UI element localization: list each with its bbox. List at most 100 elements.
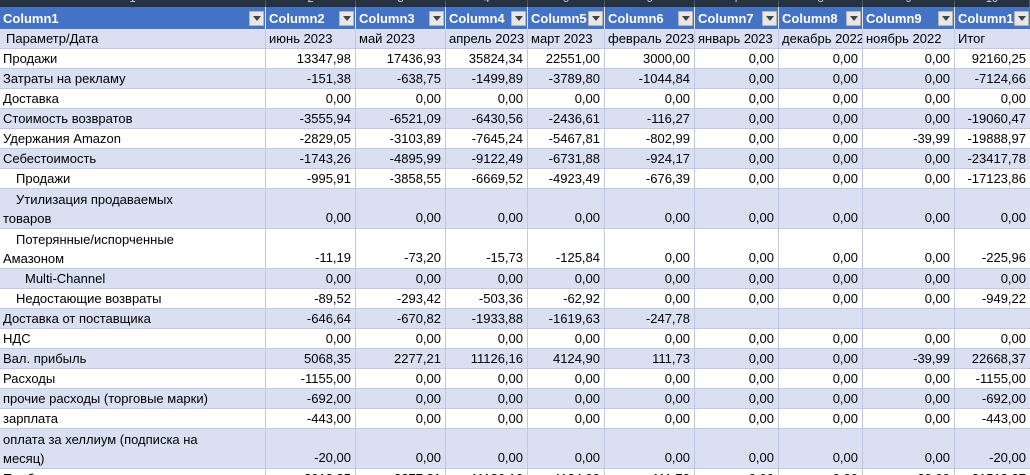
data-cell[interactable]: 0,00 xyxy=(779,89,863,109)
data-cell[interactable]: 0,00 xyxy=(955,189,1030,229)
data-cell[interactable]: 0,00 xyxy=(863,429,955,469)
data-cell[interactable]: -1044,84 xyxy=(605,69,695,89)
data-cell[interactable]: -20,00 xyxy=(955,429,1030,469)
data-cell[interactable]: 0,00 xyxy=(863,369,955,389)
row-label-cell[interactable]: Себестоимость xyxy=(0,149,266,169)
data-cell[interactable]: -11,19 xyxy=(266,229,356,269)
data-cell[interactable]: 0,00 xyxy=(356,369,446,389)
data-cell[interactable]: -20,00 xyxy=(266,429,356,469)
data-cell[interactable]: 0,00 xyxy=(528,369,605,389)
data-cell[interactable]: -924,17 xyxy=(605,149,695,169)
data-cell[interactable] xyxy=(695,309,779,329)
data-cell[interactable]: апрель 2023 xyxy=(446,29,528,49)
column-number-6[interactable]: 6 xyxy=(605,0,695,7)
data-cell[interactable]: 0,00 xyxy=(528,329,605,349)
filter-dropdown-button[interactable] xyxy=(678,10,693,26)
data-cell[interactable]: -670,82 xyxy=(356,309,446,329)
data-cell[interactable]: 0,00 xyxy=(779,189,863,229)
data-cell[interactable]: -2436,61 xyxy=(528,109,605,129)
data-cell[interactable]: май 2023 xyxy=(356,29,446,49)
column-number-8[interactable]: 8 xyxy=(779,0,863,7)
filter-dropdown-button[interactable] xyxy=(938,10,953,26)
data-cell[interactable]: 0,00 xyxy=(356,189,446,229)
data-cell[interactable]: -293,42 xyxy=(356,289,446,309)
data-cell[interactable]: 0,00 xyxy=(779,49,863,69)
data-cell[interactable]: 0,00 xyxy=(863,409,955,429)
header-cell-column7[interactable]: Column7 xyxy=(695,7,779,29)
data-cell[interactable]: ноябрь 2022 xyxy=(863,29,955,49)
data-cell[interactable]: 0,00 xyxy=(446,409,528,429)
data-cell[interactable]: 3000,00 xyxy=(605,49,695,69)
data-cell[interactable]: 0,00 xyxy=(446,329,528,349)
filter-dropdown-button[interactable] xyxy=(588,10,603,26)
data-cell[interactable]: 0,00 xyxy=(695,189,779,229)
data-cell[interactable]: 0,00 xyxy=(695,109,779,129)
data-cell[interactable]: 0,00 xyxy=(863,389,955,409)
data-cell[interactable]: -39,99 xyxy=(863,469,955,475)
data-cell[interactable]: 0,00 xyxy=(605,269,695,289)
data-cell[interactable]: 0,00 xyxy=(779,69,863,89)
row-label-cell[interactable]: Прибыль xyxy=(0,469,266,475)
data-cell[interactable]: -692,00 xyxy=(955,389,1030,409)
data-cell[interactable]: -6430,56 xyxy=(446,109,528,129)
data-cell[interactable] xyxy=(863,309,955,329)
data-cell[interactable]: Итог xyxy=(955,29,1030,49)
data-cell[interactable]: 0,00 xyxy=(863,329,955,349)
header-cell-column4[interactable]: Column4 xyxy=(446,7,528,29)
data-cell[interactable]: 0,00 xyxy=(779,109,863,129)
data-cell[interactable]: 0,00 xyxy=(605,89,695,109)
data-cell[interactable]: -39,99 xyxy=(863,349,955,369)
data-cell[interactable]: 0,00 xyxy=(863,269,955,289)
data-cell[interactable]: 0,00 xyxy=(955,269,1030,289)
data-cell[interactable] xyxy=(779,309,863,329)
data-cell[interactable]: 0,00 xyxy=(266,329,356,349)
data-cell[interactable]: 0,00 xyxy=(779,129,863,149)
data-cell[interactable]: -125,84 xyxy=(528,229,605,269)
data-cell[interactable]: -6521,09 xyxy=(356,109,446,129)
row-label-cell[interactable]: Доставка от поставщика xyxy=(0,309,266,329)
data-cell[interactable]: -225,96 xyxy=(955,229,1030,269)
data-cell[interactable]: -3789,80 xyxy=(528,69,605,89)
data-cell[interactable]: 0,00 xyxy=(695,369,779,389)
data-cell[interactable]: -949,22 xyxy=(955,289,1030,309)
filter-dropdown-button[interactable] xyxy=(762,10,777,26)
data-cell[interactable]: 0,00 xyxy=(779,469,863,475)
data-cell[interactable]: 3913,35 xyxy=(266,469,356,475)
data-cell[interactable]: -116,27 xyxy=(605,109,695,129)
data-cell[interactable]: 0,00 xyxy=(266,269,356,289)
row-label-cell[interactable]: НДС xyxy=(0,329,266,349)
column-number-7[interactable]: 7 xyxy=(695,0,779,7)
data-cell[interactable]: март 2023 xyxy=(528,29,605,49)
filter-dropdown-button[interactable] xyxy=(1014,10,1029,26)
row-label-cell[interactable]: Затраты на рекламу xyxy=(0,69,266,89)
header-cell-column5[interactable]: Column5 xyxy=(528,7,605,29)
row-label-cell[interactable]: оплата за хеллиум (подписка на месяц) xyxy=(0,429,266,469)
data-cell[interactable]: 0,00 xyxy=(695,269,779,289)
data-cell[interactable]: -6731,88 xyxy=(528,149,605,169)
data-cell[interactable]: 17436,93 xyxy=(356,49,446,69)
data-cell[interactable]: 0,00 xyxy=(779,389,863,409)
data-cell[interactable]: -62,92 xyxy=(528,289,605,309)
data-cell[interactable]: 0,00 xyxy=(266,189,356,229)
data-cell[interactable]: 0,00 xyxy=(605,329,695,349)
data-cell[interactable]: -17123,86 xyxy=(955,169,1030,189)
column-number-4[interactable]: 4 xyxy=(446,0,528,7)
data-cell[interactable]: -676,39 xyxy=(605,169,695,189)
header-cell-column8[interactable]: Column8 xyxy=(779,7,863,29)
data-cell[interactable]: 0,00 xyxy=(863,109,955,129)
row-label-cell[interactable]: Продажи xyxy=(0,169,266,189)
header-cell-column2[interactable]: Column2 xyxy=(266,7,356,29)
filter-dropdown-button[interactable] xyxy=(846,10,861,26)
data-cell[interactable]: 2277,21 xyxy=(356,469,446,475)
data-cell[interactable]: 4124,90 xyxy=(528,349,605,369)
data-cell[interactable]: -3858,55 xyxy=(356,169,446,189)
row-label-cell[interactable]: Расходы xyxy=(0,369,266,389)
column-number-9[interactable]: 9 xyxy=(863,0,955,7)
data-cell[interactable]: 0,00 xyxy=(779,429,863,469)
data-cell[interactable]: -19060,47 xyxy=(955,109,1030,129)
data-cell[interactable]: 0,00 xyxy=(863,289,955,309)
data-cell[interactable]: -503,36 xyxy=(446,289,528,309)
data-cell[interactable]: 111,73 xyxy=(605,349,695,369)
data-cell[interactable]: 0,00 xyxy=(863,189,955,229)
data-cell[interactable]: 0,00 xyxy=(695,349,779,369)
